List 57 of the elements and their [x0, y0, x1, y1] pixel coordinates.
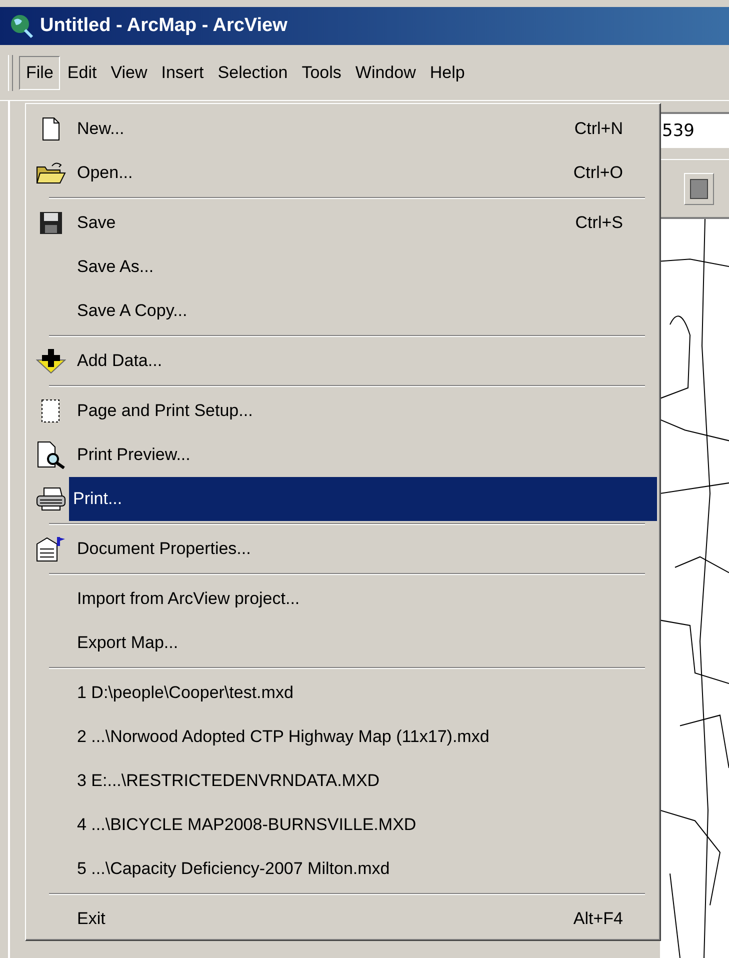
page-icon	[41, 117, 61, 141]
menu-bar-item[interactable]: Tools	[294, 56, 348, 90]
menu-item-label: Save As...	[76, 257, 155, 277]
document-properties-icon	[35, 535, 67, 563]
menu-item[interactable]: Import from ArcView project...	[29, 577, 657, 621]
menu-item[interactable]: 1 D:\people\Cooper\test.mxd	[29, 671, 657, 715]
menu-item-label: Export Map...	[76, 633, 180, 653]
menu-item-label: 1 D:\people\Cooper\test.mxd	[76, 683, 294, 703]
menu-bar-item[interactable]: Window	[348, 56, 423, 90]
add-data-icon	[36, 348, 66, 374]
menu-item[interactable]: 4 ...\BICYCLE MAP2008-BURNSVILLE.MXD	[29, 803, 657, 847]
shortcut-label: Ctrl+N	[574, 119, 623, 139]
menu-item-label: 4 ...\BICYCLE MAP2008-BURNSVILLE.MXD	[76, 815, 418, 835]
menu-item[interactable]: 2 ...\Norwood Adopted CTP Highway Map (11x17).mxd	[29, 715, 657, 759]
menu-item[interactable]: Document Properties...	[29, 527, 657, 571]
window-title: Untitled - ArcMap - ArcView	[40, 15, 288, 37]
menu-item[interactable]: Save A Copy...	[29, 289, 657, 333]
menu-item-label: Open...	[76, 163, 134, 183]
menu-item-label: Save A Copy...	[76, 301, 188, 321]
menu-item[interactable]: Open... Ctrl+O	[29, 151, 657, 195]
menu-item-label: 5 ...\Capacity Deficiency-2007 Milton.mxd	[76, 859, 391, 879]
folder-icon	[36, 161, 66, 185]
menu-item-label: Print Preview...	[76, 445, 192, 465]
scale-field[interactable]: 539	[660, 112, 729, 148]
menu-item-label: Document Properties...	[76, 539, 252, 559]
menu-item-label: Exit	[76, 909, 106, 929]
shortcut-label: Ctrl+O	[573, 163, 623, 183]
menu-item[interactable]: Page and Print Setup...	[29, 389, 657, 433]
menu-bar-item[interactable]: Selection	[210, 56, 295, 90]
menu-item[interactable]: Exit Alt+F4	[29, 897, 657, 941]
menu-item-label: Add Data...	[76, 351, 164, 371]
menu-bar-item[interactable]: Insert	[154, 56, 211, 90]
menu-item[interactable]: Add Data...	[29, 339, 657, 383]
menu-bar-item[interactable]: View	[104, 56, 154, 90]
menu-item[interactable]: 3 E:...\RESTRICTEDENVRNDATA.MXD	[29, 759, 657, 803]
menu-item[interactable]: Export Map...	[29, 621, 657, 665]
menu-item-label: 3 E:...\RESTRICTEDENVRNDATA.MXD	[76, 771, 381, 791]
dashed-page-icon	[40, 398, 62, 424]
print-preview-icon	[36, 441, 66, 469]
menu-item[interactable]: Save As...	[29, 245, 657, 289]
menu-item[interactable]: 5 ...\Capacity Deficiency-2007 Milton.mxd	[29, 847, 657, 891]
globe-icon	[8, 13, 34, 39]
menu-bar-item[interactable]: Help	[422, 56, 472, 90]
shortcut-label: Ctrl+S	[575, 213, 623, 233]
menu-item[interactable]: Print Preview...	[29, 433, 657, 477]
menu-item[interactable]: Save Ctrl+S	[29, 201, 657, 245]
menu-item-label: 2 ...\Norwood Adopted CTP Highway Map (11x17).mxd	[76, 727, 490, 747]
menu-item-label: Import from ArcView project...	[76, 589, 301, 609]
menu-bar-item[interactable]: File	[19, 56, 60, 90]
menu-item-label: Save	[76, 213, 117, 233]
menu-item-label: Page and Print Setup...	[76, 401, 254, 421]
shortcut-label: Alt+F4	[573, 909, 623, 929]
menu-item[interactable]: New... Ctrl+N	[29, 107, 657, 151]
menu-bar-item[interactable]: Edit	[60, 56, 104, 90]
printer-icon	[36, 487, 66, 511]
menu-item-label: New...	[76, 119, 126, 139]
toolbar-button[interactable]	[684, 172, 714, 204]
